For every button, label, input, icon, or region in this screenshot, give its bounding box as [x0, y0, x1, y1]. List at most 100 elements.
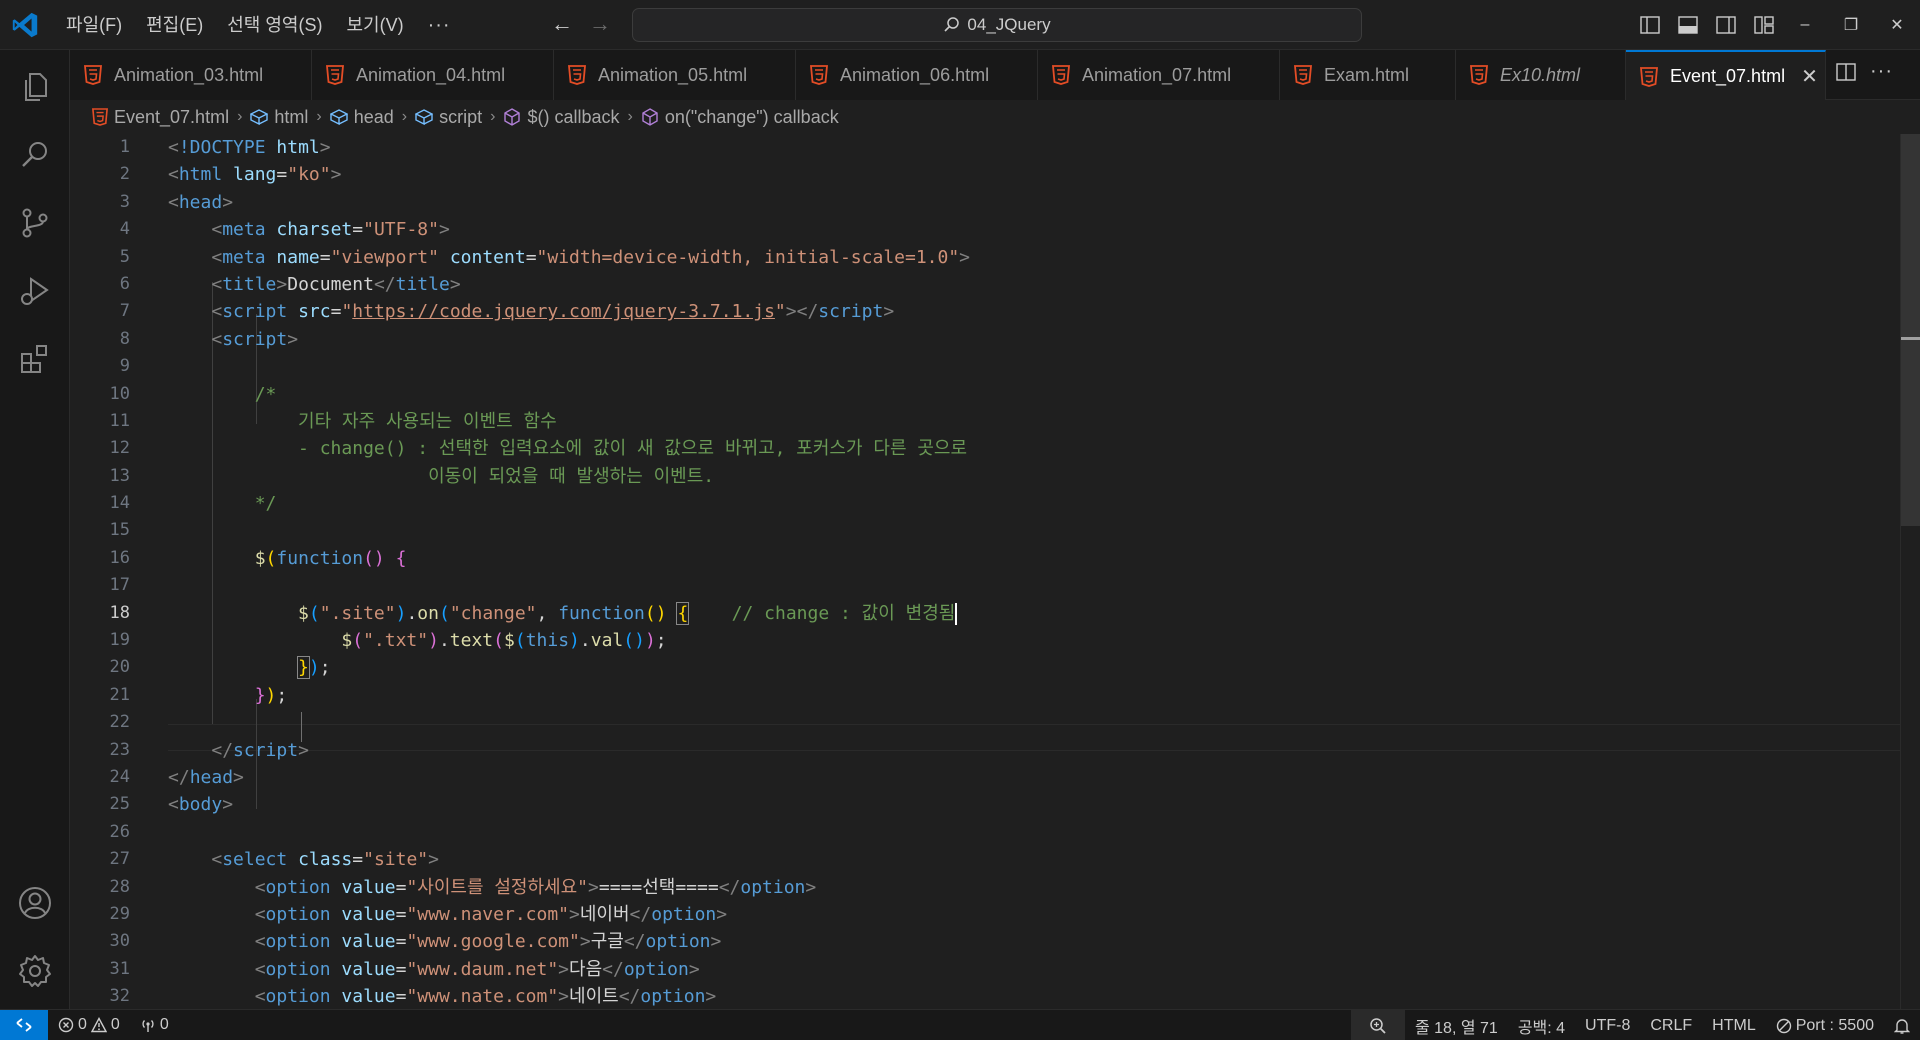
ports-count: 0 [159, 1016, 169, 1033]
restore-icon[interactable]: ❐ [1828, 0, 1874, 50]
breadcrumb-label: head [353, 106, 394, 127]
chevron-right-icon: › [237, 108, 243, 125]
forward-arrow-icon[interactable]: → [586, 11, 614, 39]
tab-animation-05[interactable]: Animation_05.html [554, 50, 796, 100]
tab-event-07-active[interactable]: Event_07.html ✕ [1626, 50, 1826, 101]
remote-icon [16, 1018, 32, 1032]
line-number: 3 [119, 191, 130, 212]
toggle-secondary-sidebar-icon[interactable] [1712, 11, 1740, 39]
accounts-icon[interactable] [0, 870, 70, 936]
tab-label: Animation_07.html [1082, 64, 1232, 85]
customize-layout-icon[interactable] [1750, 11, 1778, 39]
extensions-icon[interactable] [0, 326, 70, 392]
code-line: }); [297, 656, 331, 680]
html5-file-icon [810, 65, 828, 85]
code-line: <!DOCTYPE html> [168, 137, 331, 158]
close-tab-icon[interactable]: ✕ [1801, 64, 1818, 89]
encoding[interactable]: UTF-8 [1575, 1010, 1640, 1040]
symbol-method-icon [642, 108, 658, 126]
tab-animation-03[interactable]: Animation_03.html [70, 50, 312, 100]
code-line: */ [254, 493, 277, 515]
broadcast-icon [142, 1020, 154, 1032]
warning-count: 0 [110, 1016, 120, 1033]
breadcrumb-on-change-callback[interactable]: on("change") callback [641, 107, 839, 128]
close-window-icon[interactable]: ✕ [1874, 0, 1920, 50]
indentation[interactable]: 공백: 4 [1508, 1010, 1575, 1040]
chevron-right-icon: › [490, 108, 496, 125]
line-number: 16 [109, 547, 130, 568]
toggle-primary-sidebar-icon[interactable] [1636, 11, 1664, 39]
breadcrumb-script[interactable]: script [415, 107, 482, 128]
explorer-icon[interactable] [0, 54, 70, 120]
ports-status[interactable]: 0 [130, 1010, 179, 1040]
line-number: 21 [109, 684, 130, 705]
live-server-label: Port : 5500 [1795, 1016, 1874, 1034]
source-control-icon[interactable] [0, 190, 70, 256]
line-number: 6 [119, 273, 130, 294]
split-editor-icon[interactable] [1836, 62, 1856, 81]
title-bar: 파일(F) 편집(E) 선택 영역(S) 보기(V) ··· ← → 04_JQ… [0, 0, 1920, 50]
code-line: <select class="site"> [211, 849, 439, 871]
menu-view[interactable]: 보기(V) [334, 10, 415, 40]
breadcrumb-head[interactable]: head [329, 106, 394, 128]
cursor-position[interactable]: 줄 18, 열 71 [1405, 1010, 1508, 1040]
warning-icon [90, 1017, 107, 1033]
menu-file[interactable]: 파일(F) [54, 10, 134, 40]
line-number: 32 [109, 986, 130, 1007]
tab-exam[interactable]: Exam.html [1280, 50, 1456, 100]
code-line-current: $(".site").on("change", function() { // … [298, 601, 958, 625]
command-center-search[interactable]: 04_JQuery [632, 8, 1362, 42]
breadcrumb-callback[interactable]: $() callback [503, 107, 620, 128]
breadcrumb: Event_07.html › html › head › script › $… [70, 100, 1920, 134]
layout-controls [1636, 11, 1778, 39]
scrollbar-thumb[interactable] [1901, 134, 1920, 526]
line-number: 9 [119, 356, 130, 377]
tab-ex10-preview[interactable]: Ex10.html [1456, 50, 1626, 100]
more-actions-icon[interactable]: ··· [1870, 60, 1893, 83]
end-of-line[interactable]: CRLF [1640, 1010, 1702, 1040]
toggle-panel-icon[interactable] [1674, 11, 1702, 39]
tab-label: Animation_06.html [840, 64, 990, 85]
remote-indicator-button[interactable] [0, 1009, 48, 1040]
notifications-bell-icon[interactable] [1884, 1010, 1920, 1040]
breadcrumb-file[interactable]: Event_07.html [92, 107, 229, 128]
code-line: /* [254, 383, 277, 405]
chevron-right-icon: › [627, 108, 633, 125]
html5-file-icon [1470, 65, 1488, 85]
line-number: 29 [109, 903, 130, 924]
tab-label: Animation_05.html [598, 64, 748, 85]
problems-status[interactable]: 0 0 [48, 1010, 130, 1040]
language-mode[interactable]: HTML [1702, 1010, 1766, 1040]
settings-gear-icon[interactable] [0, 938, 70, 1004]
search-icon [944, 17, 960, 32]
breadcrumb-html[interactable]: html [250, 107, 308, 128]
code-line: <script> [211, 328, 299, 350]
search-icon[interactable] [0, 122, 70, 188]
tab-animation-04[interactable]: Animation_04.html [312, 50, 554, 100]
back-arrow-icon[interactable]: ← [548, 11, 576, 39]
script-src-link[interactable]: https://code.jquery.com/jquery-3.7.1.js [352, 301, 775, 322]
code-line: <head> [168, 191, 234, 213]
tab-animation-07[interactable]: Animation_07.html [1038, 50, 1280, 100]
code-line: $(function() { [254, 547, 407, 569]
code-editor[interactable]: 1 2 3 4 5 6 7 8 9 10 11 12 13 14 15 16 1… [70, 134, 1920, 1009]
menu-more-button[interactable]: ··· [416, 10, 463, 40]
tab-label: Event_07.html [1670, 66, 1786, 86]
code-line: <option value="www.google.com">구글</optio… [254, 931, 722, 953]
code-lines: <!DOCTYPE html> <html lang="ko"> <head> … [168, 134, 970, 1009]
code-line: $(".txt").text($(this).val()); [341, 630, 667, 652]
html5-file-icon [568, 65, 586, 85]
run-debug-icon[interactable] [0, 258, 70, 324]
menu-edit[interactable]: 편집(E) [134, 10, 215, 40]
minimize-icon[interactable]: – [1782, 0, 1828, 50]
tab-animation-06[interactable]: Animation_06.html [796, 50, 1038, 100]
tab-label: Animation_04.html [356, 64, 506, 85]
line-number: 1 [119, 137, 130, 157]
live-server-button[interactable]: Port : 5500 [1766, 1010, 1884, 1040]
line-number: 4 [119, 219, 130, 240]
zoom-icon[interactable] [1350, 1010, 1405, 1040]
menu-selection[interactable]: 선택 영역(S) [215, 10, 334, 40]
overview-ruler-cursor-mark [1901, 337, 1920, 340]
